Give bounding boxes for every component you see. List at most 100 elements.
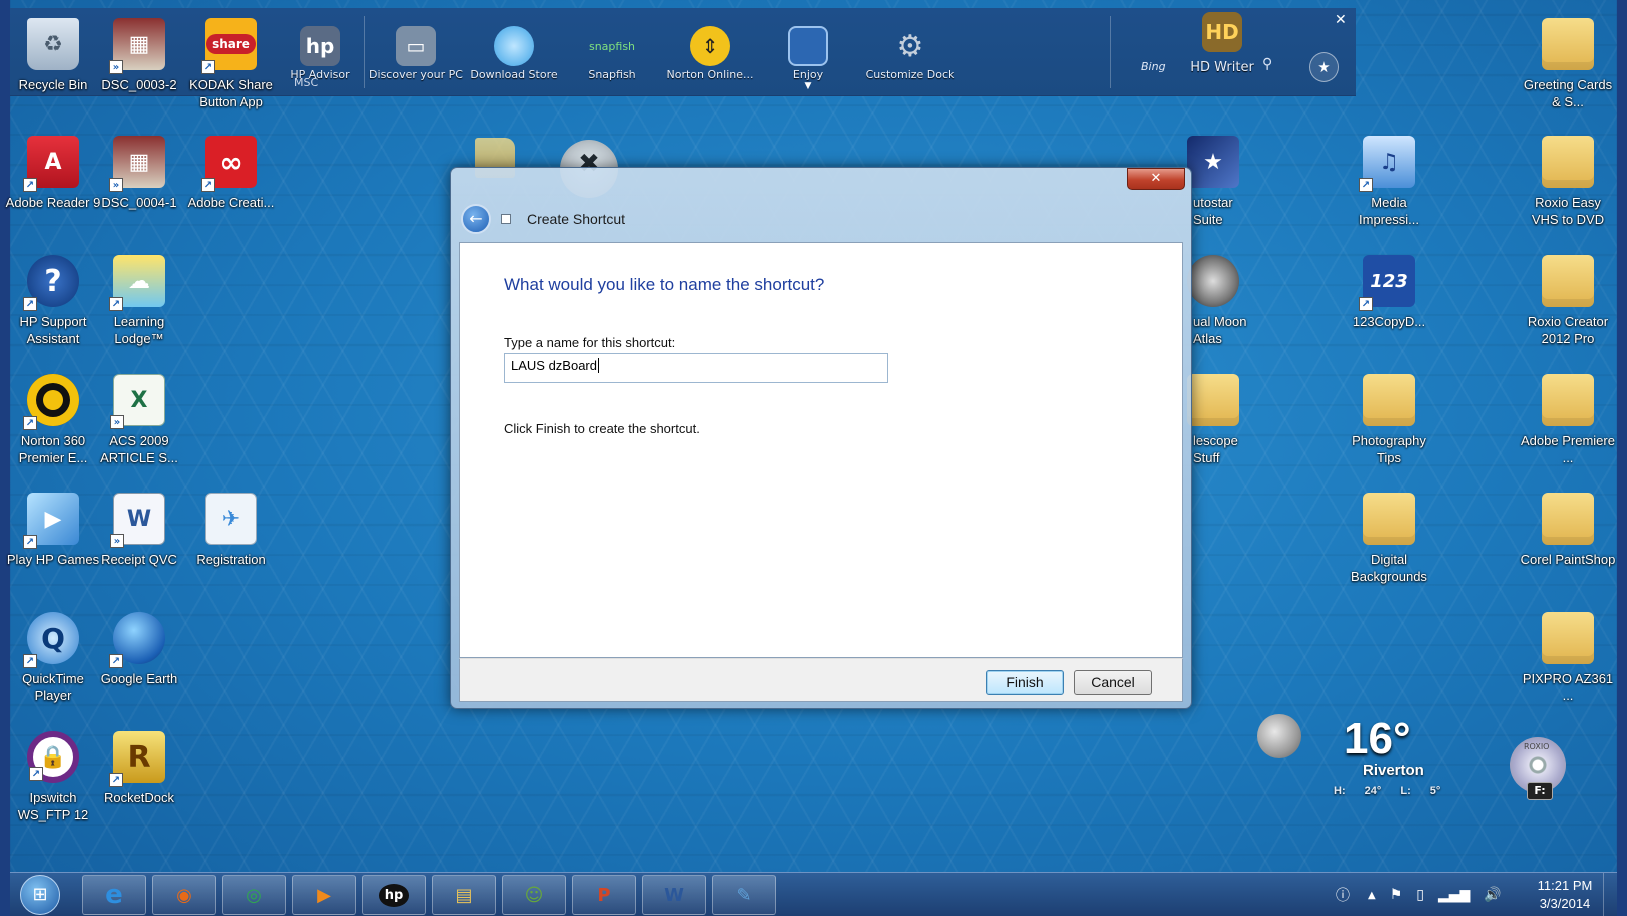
- finish-button[interactable]: Finish: [986, 670, 1064, 695]
- dock-close-icon[interactable]: ✕: [1335, 12, 1347, 28]
- desktop-icon-receipt-qvc[interactable]: W» Receipt QVC: [91, 485, 187, 601]
- desktop-icon-label: Adobe Creati...: [187, 195, 275, 210]
- folder-icon: [1542, 18, 1594, 70]
- rocketdock-icon: R ↗: [109, 731, 165, 787]
- media-player-icon[interactable]: ▶: [292, 875, 356, 915]
- close-icon[interactable]: ✕: [1127, 168, 1185, 190]
- dock-item-enjoy[interactable]: Enjoy ▼: [760, 8, 856, 96]
- folder-icon: [1363, 374, 1415, 426]
- action-center-flag-icon[interactable]: ⚑: [1390, 887, 1403, 903]
- back-arrow-icon[interactable]: ←: [461, 204, 491, 234]
- adobe-creative-cloud-icon: ∞ ↗: [201, 136, 257, 192]
- search-icon[interactable]: ⚲: [1262, 56, 1272, 72]
- firefox-icon[interactable]: ◉: [152, 875, 216, 915]
- quicktime-icon: Q ↗: [23, 612, 79, 668]
- desktop-icon-google-earth[interactable]: ↗ Google Earth: [91, 604, 187, 720]
- desktop-icon-roxio-creator[interactable]: Roxio Creator 2012 Pro: [1520, 247, 1616, 363]
- desktop-icon-label: Ipswitch WS_FTP 12: [17, 790, 89, 822]
- registration-icon: ✈: [205, 493, 257, 545]
- desktop-icon-adobe-reader[interactable]: A ↗ Adobe Reader 9: [5, 128, 101, 244]
- dock-item-snapfish[interactable]: snapfish Snapfish: [564, 8, 660, 96]
- desktop-icon-quicktime[interactable]: Q ↗ QuickTime Player: [5, 604, 101, 720]
- moon-icon: [1257, 714, 1301, 758]
- shortcut-name-input[interactable]: LAUS dzBoard: [504, 353, 888, 383]
- dock-item-norton-online[interactable]: ⇕ Norton Online...: [662, 8, 758, 96]
- favorites-star-button[interactable]: ★: [1309, 52, 1339, 82]
- desktop-icon-digital-backgrounds[interactable]: Digital Backgrounds: [1341, 485, 1437, 601]
- desktop-icon-hp-support[interactable]: ? ↗ HP Support Assistant: [5, 247, 101, 363]
- dock-item-label: Norton Online...: [666, 68, 754, 81]
- desktop-icon-kodak-share[interactable]: share ↗ KODAK Share Button App: [183, 10, 279, 126]
- info-icon[interactable]: ⓘ: [1336, 885, 1350, 905]
- desktop-icon-dsc-0004-1[interactable]: ▦» DSC_0004-1: [91, 128, 187, 244]
- desktop-icon-dsc-0003-2[interactable]: ▦» DSC_0003-2: [91, 10, 187, 126]
- desktop-icon-adobe-creative[interactable]: ∞ ↗ Adobe Creati...: [183, 128, 279, 244]
- hp-icon[interactable]: hp: [362, 875, 426, 915]
- desktop-icon-label: Photography Tips: [1352, 433, 1426, 465]
- desktop-icon-roxio-easy-vhs[interactable]: Roxio Easy VHS to DVD: [1520, 128, 1616, 244]
- network-signal-icon[interactable]: ▂▄▆: [1438, 887, 1470, 903]
- desktop-icon-label: Greeting Cards & S...: [1523, 77, 1613, 109]
- norton-online-icon: ⇕: [690, 26, 730, 66]
- kodak-share-icon: share ↗: [201, 18, 257, 74]
- desktop-icon-123copydvd[interactable]: 123 ↗ 123CopyD...: [1341, 247, 1437, 363]
- dialog-content: What would you like to name the shortcut…: [459, 242, 1183, 658]
- desktop-icon-photography-tips[interactable]: Photography Tips: [1341, 366, 1437, 482]
- word-icon[interactable]: W: [642, 875, 706, 915]
- moon-atlas-icon: [1187, 255, 1239, 307]
- show-hidden-icons-icon[interactable]: ▲: [1368, 890, 1376, 901]
- file-explorer-icon[interactable]: ▤: [432, 875, 496, 915]
- dock-item-download-store[interactable]: Download Store: [466, 8, 562, 96]
- desktop-icon-label: Adobe Premiere ...: [1521, 433, 1615, 465]
- photo-icon: ▦»: [109, 136, 165, 192]
- desktop-icon-play-hp-games[interactable]: ▶ ↗ Play HP Games: [5, 485, 101, 601]
- paint-icon[interactable]: ✎: [712, 875, 776, 915]
- weather-city: Riverton: [1363, 762, 1424, 779]
- chrome-icon[interactable]: ◎: [222, 875, 286, 915]
- desktop-icon-norton-360[interactable]: ↗ Norton 360 Premier E...: [5, 366, 101, 482]
- system-clock[interactable]: 11:21 PM 3/3/2014: [1530, 877, 1600, 913]
- create-shortcut-dialog: ✕ ← Create Shortcut What would you like …: [450, 167, 1192, 709]
- desktop-icon-corel-paintshop[interactable]: Corel PaintShop: [1520, 485, 1616, 601]
- dock-item-customize-dock[interactable]: ⚙ Customize Dock: [862, 8, 958, 96]
- powerpoint-icon[interactable]: P: [572, 875, 636, 915]
- dock-item-discover-pc[interactable]: ▭ Discover your PC: [368, 8, 464, 96]
- dock-item-hp-advisor[interactable]: hp HP Advisor: [272, 8, 368, 96]
- desktop-icon-ipswitch[interactable]: 🔒 ↗ Ipswitch WS_FTP 12: [5, 723, 101, 839]
- desktop-icon-label: HP Support Assistant: [19, 314, 87, 346]
- folder-icon: [1542, 255, 1594, 307]
- cancel-button[interactable]: Cancel: [1074, 670, 1152, 695]
- text-caret: [598, 358, 599, 373]
- dock-item-hd-writer[interactable]: HD HD Writer: [1174, 8, 1270, 96]
- snapfish-icon: snapfish: [588, 39, 636, 53]
- desktop-icon-learning-lodge[interactable]: ☁ ↗ Learning Lodge™: [91, 247, 187, 363]
- hp-games-icon: ▶ ↗: [23, 493, 79, 549]
- desktop-icon-label: RocketDock: [103, 790, 175, 805]
- battery-icon[interactable]: ▯: [1416, 887, 1424, 903]
- autostar-icon: ★: [1187, 136, 1239, 188]
- desktop-icon-recycle-bin[interactable]: ♻ Recycle Bin: [5, 10, 101, 126]
- roxio-brand-label: ROXIO: [1524, 742, 1550, 751]
- dock-item-label: Customize Dock: [865, 68, 955, 81]
- people-icon[interactable]: ☺: [502, 875, 566, 915]
- desktop-icon-acs-2009[interactable]: X» ACS 2009 ARTICLE S...: [91, 366, 187, 482]
- dock-item-label: Download Store: [470, 68, 558, 81]
- desktop-icon-label: Norton 360 Premier E...: [18, 433, 88, 465]
- desktop-icon-greeting-cards[interactable]: Greeting Cards & S...: [1520, 10, 1616, 126]
- desktop-icon-media-impression[interactable]: ♫ ↗ Media Impressi...: [1341, 128, 1437, 244]
- desktop-icon-label: Roxio Easy VHS to DVD: [1531, 195, 1605, 227]
- dock-item-label: Snapfish: [588, 68, 636, 81]
- bing-label[interactable]: Bing: [1141, 60, 1166, 73]
- volume-icon[interactable]: 🔊: [1484, 887, 1501, 903]
- dock-item-label: Discover your PC: [369, 68, 463, 81]
- desktop-icon-pixpro[interactable]: PIXPRO AZ361 ...: [1520, 604, 1616, 720]
- desktop-icon-label: Google Earth: [100, 671, 178, 686]
- folder-icon: [1542, 493, 1594, 545]
- start-button[interactable]: ⊞: [20, 875, 60, 915]
- folder-icon: [1542, 374, 1594, 426]
- desktop-icon-registration[interactable]: ✈ Registration: [183, 485, 279, 601]
- internet-explorer-icon[interactable]: e: [82, 875, 146, 915]
- desktop-icon-adobe-premiere[interactable]: Adobe Premiere ...: [1520, 366, 1616, 482]
- show-desktop-button[interactable]: [1603, 873, 1617, 916]
- desktop-icon-rocketdock[interactable]: R ↗ RocketDock: [91, 723, 187, 839]
